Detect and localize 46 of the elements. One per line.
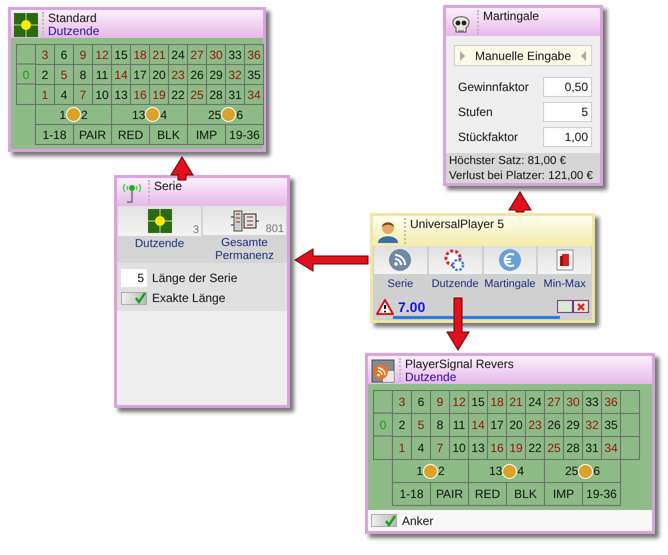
- grid-icon: [14, 13, 38, 37]
- summary-text: Höchster Satz: 81,00 €: [449, 154, 567, 166]
- device-icon: [230, 208, 258, 232]
- input-field[interactable]: 0,50: [543, 77, 592, 97]
- number-cell[interactable]: 36: [244, 44, 264, 65]
- field-label: Länge der Serie: [152, 271, 238, 285]
- antenna-icon: [120, 181, 144, 205]
- field-label: Gewinnfaktor: [458, 80, 529, 94]
- bet-cell[interactable]: 1-18: [35, 124, 74, 145]
- length-field[interactable]: 5: [121, 269, 147, 287]
- field-label: Stückfaktor: [458, 130, 518, 144]
- grid-icon: [148, 209, 172, 233]
- minimize-button[interactable]: [557, 300, 573, 313]
- door-icon: [554, 249, 575, 271]
- bet-cell[interactable]: 19-36: [582, 482, 621, 506]
- input-field[interactable]: 1,00: [543, 127, 592, 147]
- arrow: [170, 156, 194, 180]
- window-title: Serie: [154, 180, 182, 193]
- window-subtitle: Dutzende: [48, 25, 100, 38]
- close-button[interactable]: [573, 300, 589, 313]
- input-field[interactable]: 5: [543, 102, 592, 122]
- close-icon: [576, 302, 586, 312]
- bet-cell[interactable]: 1-18: [392, 482, 431, 506]
- window-title: PlayerSignal Revers: [405, 358, 514, 371]
- value-text: 7.00: [398, 298, 426, 314]
- person-icon: [376, 219, 400, 243]
- summary-text: Verlust bei Platzer: 121,00 €: [449, 170, 594, 182]
- empty-cell[interactable]: [620, 390, 640, 414]
- arrow: [446, 298, 470, 351]
- window-title: Standard: [48, 12, 98, 25]
- mode-selector[interactable]: Manuelle Eingabe: [454, 45, 592, 66]
- window-subtitle: Dutzende: [405, 371, 456, 384]
- euro-icon: [498, 249, 521, 271]
- field-label: Stufen: [458, 105, 493, 119]
- empty-cell[interactable]: [620, 436, 640, 460]
- rss-icon: [371, 359, 395, 383]
- checkbox[interactable]: [371, 514, 397, 527]
- bet-cell[interactable]: 19-36: [225, 124, 264, 145]
- checkbox-label: Exakte Länge: [152, 291, 226, 305]
- checkbox-label: Anker: [402, 514, 434, 528]
- window-title: UniversalPlayer 5: [410, 218, 504, 231]
- warning-icon: [376, 298, 394, 314]
- window-title: Martingale: [483, 10, 540, 23]
- checkbox[interactable]: [121, 292, 147, 304]
- rss-icon: [389, 249, 412, 271]
- arrow: [508, 191, 532, 212]
